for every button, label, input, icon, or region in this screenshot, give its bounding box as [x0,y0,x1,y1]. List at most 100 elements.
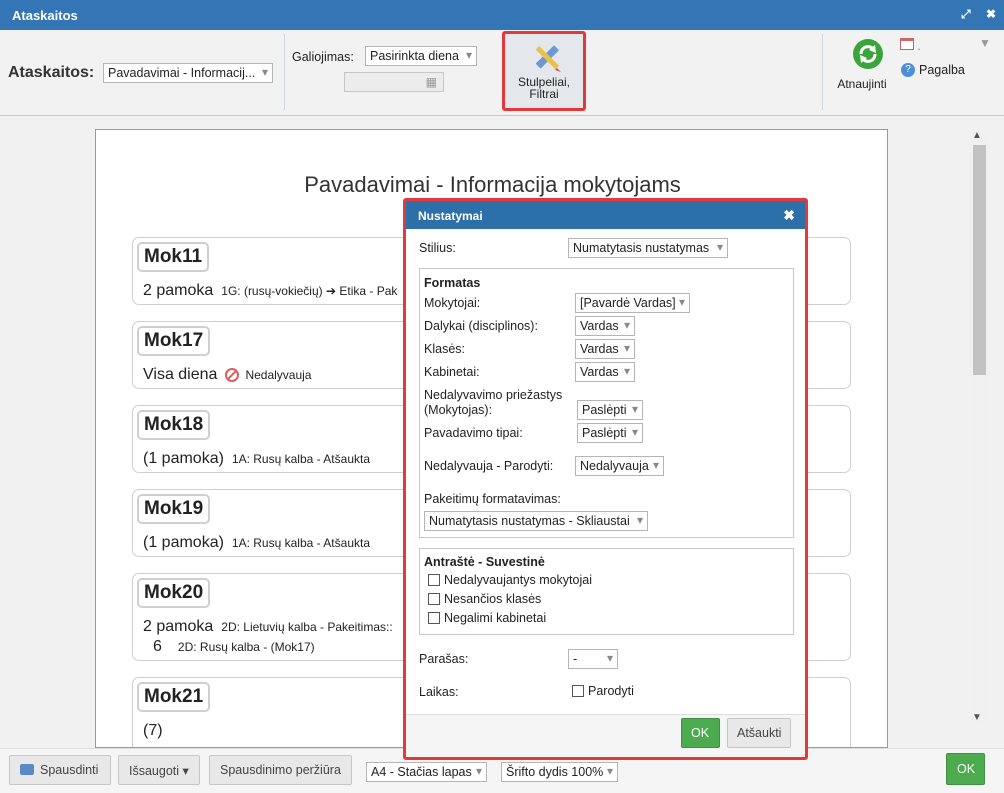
vertical-scrollbar[interactable]: ▲ ▼ [970,130,986,726]
print-preview-button[interactable]: Spausdinimo peržiūra [209,755,352,785]
font-size-select[interactable]: Šrifto dydis 100% [501,762,618,782]
pencil-ruler-icon [535,45,561,72]
rooms-select[interactable]: Vardas [575,362,635,382]
absent-show-label: Nedalyvauja - Parodyti: [424,459,554,473]
lesson-detail: 2D: Lietuvių kalba - Pakeitimas:: [221,620,393,634]
lesson-label: (1 pamoka) [143,450,224,467]
calendar-value: . [917,39,921,53]
lesson-label: 2 pamoka [143,282,214,299]
lesson-detail: 2D: Rusų kalba - (Mok17) [177,640,315,654]
style-label: Stilius: [419,241,456,255]
window-title: Ataskaitos [12,8,78,23]
prohibited-icon [225,368,240,382]
absence-reasons-label-2: (Mokytojas): [424,403,493,417]
classes-label: Klasės: [424,342,465,356]
absence-reasons-select[interactable]: Paslėpti [577,400,643,420]
lesson-label: (1 pamoka) [143,534,224,551]
header-summary-title: Antraštė - Suvestinė [424,555,545,569]
signature-label: Parašas: [419,652,469,666]
unavailable-rooms-checkbox[interactable]: Negalimi kabinetai [428,611,546,625]
teacher-name: Mok21 [137,682,211,712]
close-icon[interactable]: ✖ [986,7,996,21]
card-line: (7) [143,722,171,740]
close-icon[interactable]: ✖ [783,207,795,224]
substitution-types-select[interactable]: Paslėpti [577,423,643,443]
dialog-ok-button[interactable]: OK [681,718,720,748]
calendar-icon[interactable]: ▦ [426,75,437,89]
print-label: Spausdinti [40,763,99,777]
report-title: Pavadavimai - Informacija mokytojams [304,172,681,197]
subjects-select[interactable]: Vardas [575,316,635,336]
style-select[interactable]: Numatytasis nustatymas [568,238,728,258]
lesson-detail: Nedalyvauja [245,368,312,382]
window-controls: ⤢ ✖ [949,7,996,22]
printer-icon [20,764,34,775]
checkbox-box[interactable] [428,574,440,586]
scroll-thumb[interactable] [973,145,986,375]
checkbox-box[interactable] [572,685,584,697]
lesson-detail: 1A: Rusų kalba - Atšaukta [231,452,370,466]
checkbox-label: Nesančios klasės [444,592,542,606]
refresh-button[interactable]: Atnaujinti [834,38,890,98]
absent-show-select[interactable]: Nedalyvauja [575,456,664,476]
teachers-select[interactable]: [Pavardė Vardas] [575,293,690,313]
columns-filters-button[interactable]: Stulpeliai, Filtrai [502,31,586,111]
settings-dialog: Nustatymai ✖ Stilius: Numatytasis nustat… [403,198,808,760]
teacher-name: Mok19 [137,494,211,524]
columns-filters-label-2: Filtrai [529,87,559,101]
format-group: Formatas Mokytojai: [Pavardė Vardas] Dal… [419,268,794,538]
toolbar-separator [284,34,285,110]
checkbox-box[interactable] [428,593,440,605]
classes-select[interactable]: Vardas [575,339,635,359]
calendar-icon [900,38,914,50]
checkbox-box[interactable] [428,612,440,624]
paper-select[interactable]: A4 - Stačias lapas [366,762,487,782]
window-titlebar: Ataskaitos ⤢ ✖ [0,0,1004,30]
toolbar-separator [822,34,823,110]
reports-select[interactable]: Pavadavimai - Informacij... [103,63,273,83]
help-button[interactable]: ? Pagalba [901,63,965,77]
time-show-checkbox[interactable]: Parodyti [572,684,634,698]
changes-format-select[interactable]: Numatytasis nustatymas - Skliaustai [424,511,648,531]
dialog-footer: OK Atšaukti [406,714,805,757]
teacher-name: Mok11 [137,242,210,272]
teacher-name: Mok18 [137,410,211,440]
dialog-cancel-button[interactable]: Atšaukti [727,718,791,748]
lesson-detail: 1G: (rusų-vokiečių) ➔ Etika - Pak [221,284,398,298]
card-line: 6 2D: Rusų kalba - (Mok17) [153,638,315,656]
checkbox-label: Parodyti [588,684,634,698]
format-title: Formatas [424,276,481,290]
scroll-up-icon[interactable]: ▲ [972,130,982,141]
validity-select[interactable]: Pasirinkta diena [365,46,477,66]
card-line: (1 pamoka) 1A: Rusų kalba - Atšaukta [143,450,370,468]
lesson-label: Visa diena [143,366,218,383]
help-label: Pagalba [919,63,965,77]
changes-format-label: Pakeitimų formatavimas: [424,492,561,506]
header-summary-group: Antraštė - Suvestinė Nedalyvaujantys mok… [419,548,794,635]
scroll-down-icon[interactable]: ▼ [972,712,982,723]
subjects-label: Dalykai (disciplinos): [424,319,538,333]
absence-reasons-label: Nedalyvavimo priežastys [424,388,563,402]
time-label: Laikas: [419,685,459,699]
absent-classes-checkbox[interactable]: Nesančios klasės [428,592,541,606]
toolbar: Ataskaitos: Pavadavimai - Informacij... … [0,30,1004,116]
toolbar-dropdown-icon[interactable]: ▼ [979,36,991,50]
print-button[interactable]: Spausdinti [9,755,111,785]
date-input[interactable]: ▦ [344,72,444,92]
rooms-label: Kabinetai: [424,365,480,379]
lesson-label: (7) [143,722,163,739]
reports-label: Ataskaitos: [8,64,95,81]
absent-teachers-checkbox[interactable]: Nedalyvaujantys mokytojai [428,573,592,587]
checkbox-label: Nedalyvaujantys mokytojai [444,573,592,587]
save-button[interactable]: Išsaugoti ▾ [118,755,200,785]
ok-button[interactable]: OK [946,753,985,785]
validity-label: Galiojimas: [292,50,354,64]
refresh-label: Atnaujinti [837,77,887,91]
lesson-detail: 1A: Rusų kalba - Atšaukta [231,536,370,550]
signature-select[interactable]: - [568,649,618,669]
substitution-types-label: Pavadavimo tipai: [424,426,523,440]
maximize-icon[interactable]: ⤢ [961,7,971,21]
card-line: (1 pamoka) 1A: Rusų kalba - Atšaukta [143,534,370,552]
calendar-picker[interactable]: . [900,38,921,53]
dialog-header: Nustatymai ✖ [406,201,805,229]
